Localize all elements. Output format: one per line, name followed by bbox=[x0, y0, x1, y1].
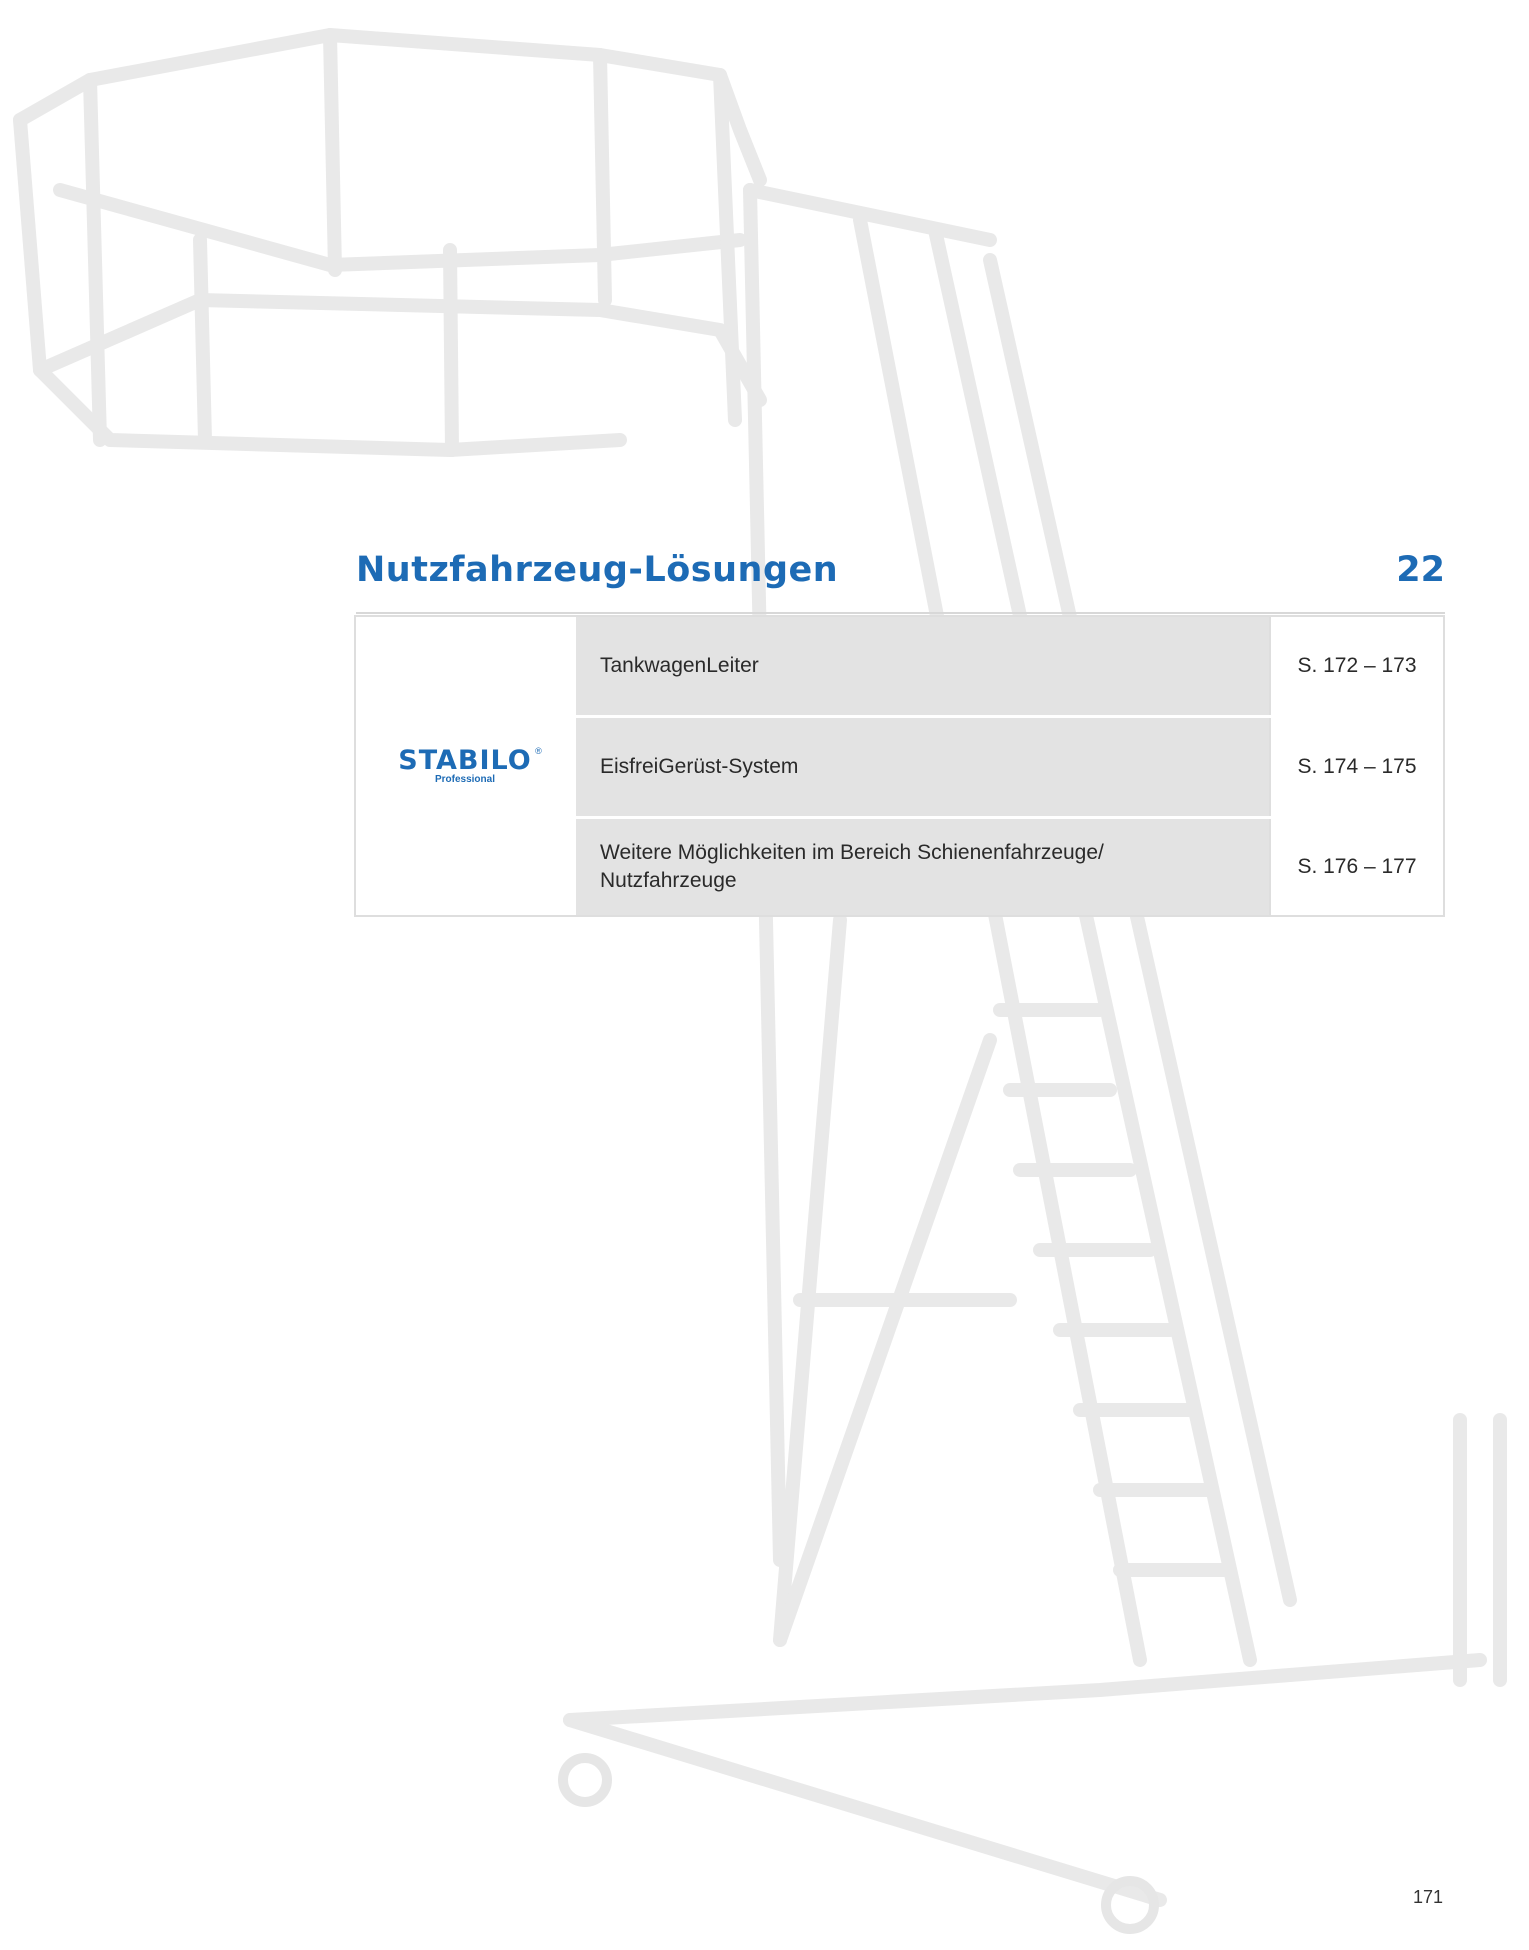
page-reference: S. 174 – 175 bbox=[1269, 718, 1443, 816]
table-row: Weitere Möglichkeiten im Bereich Schiene… bbox=[576, 816, 1443, 915]
product-table: STABILO ® Professional TankwagenLeiter S… bbox=[354, 615, 1445, 917]
product-name: TankwagenLeiter bbox=[576, 617, 1269, 715]
logo-wordmark: STABILO bbox=[398, 745, 532, 776]
chapter-number: 22 bbox=[1396, 550, 1445, 590]
product-name: Weitere Möglichkeiten im Bereich Schiene… bbox=[576, 819, 1269, 915]
page-reference: S. 176 – 177 bbox=[1269, 819, 1443, 915]
page-reference: S. 172 – 173 bbox=[1269, 617, 1443, 715]
logo-registered-mark: ® bbox=[535, 746, 542, 756]
table-row: EisfreiGerüst-System S. 174 – 175 bbox=[576, 715, 1443, 816]
stabilo-logo: STABILO ® Professional bbox=[398, 745, 541, 785]
title-divider bbox=[356, 612, 1445, 614]
page-number: 171 bbox=[1412, 1887, 1443, 1907]
logo-subtitle: Professional bbox=[434, 774, 495, 785]
brand-cell: STABILO ® Professional bbox=[356, 617, 574, 915]
section-title: Nutzfahrzeug-Lösungen bbox=[356, 550, 839, 590]
table-row: TankwagenLeiter S. 172 – 173 bbox=[576, 617, 1443, 715]
product-name: EisfreiGerüst-System bbox=[576, 718, 1269, 816]
ladder-background-image bbox=[13, 28, 1507, 1934]
